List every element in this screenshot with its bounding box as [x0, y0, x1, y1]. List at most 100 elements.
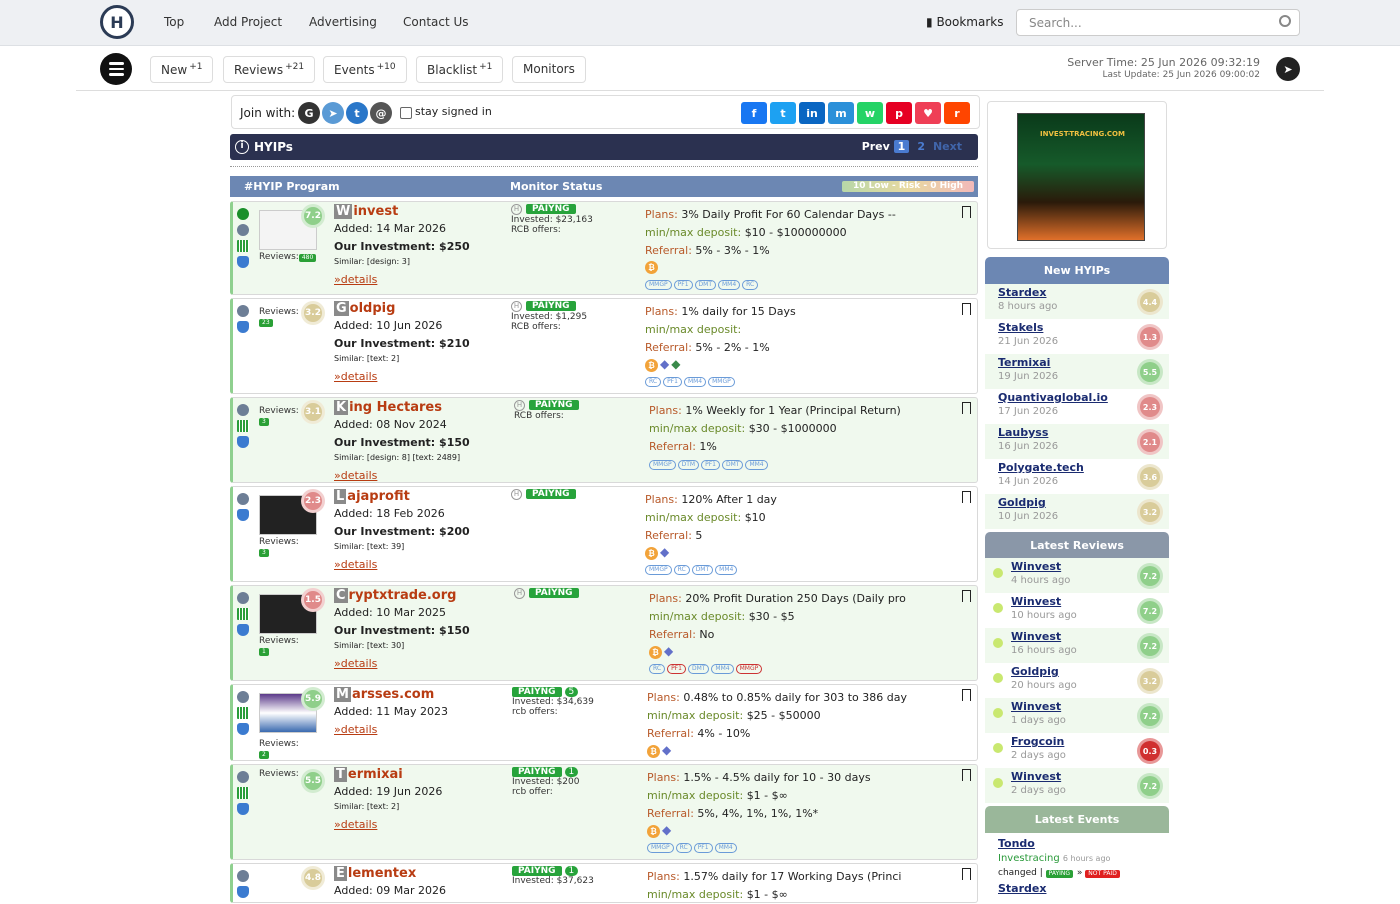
mastodon-share-icon[interactable]: m	[828, 102, 854, 124]
pill-events[interactable]: Events +10	[323, 56, 407, 83]
search-icon[interactable]	[1279, 15, 1291, 27]
item-name[interactable]: Stakels	[998, 321, 1043, 334]
forum-tag[interactable]: MMGP	[645, 565, 672, 575]
hyip-name[interactable]: Goldpig	[334, 301, 395, 316]
bookmark-icon[interactable]	[962, 769, 971, 781]
reviews-count[interactable]: Reviews: 3	[259, 406, 299, 426]
forum-tag[interactable]: DMT	[721, 460, 744, 470]
nav-contact-us[interactable]: Contact Us	[403, 15, 469, 29]
reviews-count[interactable]: Reviews:	[259, 769, 299, 779]
forum-tag[interactable]: MM4	[715, 565, 738, 575]
prev-link[interactable]: Prev	[862, 140, 890, 153]
review-item[interactable]: Winvest 2 days ago 7.2	[985, 768, 1169, 803]
details-link[interactable]: »details	[334, 370, 377, 383]
review-item[interactable]: Winvest 10 hours ago 7.2	[985, 593, 1169, 628]
forum-tag[interactable]: MM4	[683, 377, 707, 387]
forum-tag[interactable]: MMGP	[647, 843, 674, 853]
nav-top[interactable]: Top	[164, 15, 184, 29]
page-1[interactable]: 1	[893, 140, 910, 153]
item-name[interactable]: Stardex	[998, 286, 1046, 299]
event-name[interactable]: Tondo	[998, 836, 1121, 851]
pill-monitors[interactable]: Monitors	[512, 56, 586, 83]
hyip-name[interactable]: Marsses.com	[334, 687, 434, 702]
twitter-share-icon[interactable]: t	[770, 102, 796, 124]
review-item[interactable]: Winvest 16 hours ago 7.2	[985, 628, 1169, 663]
pill-reviews[interactable]: Reviews +21	[223, 56, 316, 83]
new-hyip-item[interactable]: Goldpig 10 Jun 2026 3.2	[985, 494, 1169, 529]
forum-tag[interactable]: RC	[673, 565, 690, 575]
item-name[interactable]: Laubyss	[998, 426, 1048, 439]
review-item[interactable]: Winvest 4 hours ago 7.2	[985, 558, 1169, 593]
reddit-share-icon[interactable]: r	[944, 102, 970, 124]
site-logo[interactable]: H	[100, 5, 134, 39]
review-item[interactable]: Winvest 1 days ago 7.2	[985, 698, 1169, 733]
forum-tag[interactable]: RC	[645, 377, 662, 387]
forum-tag[interactable]: PF1	[663, 377, 682, 387]
linkedin-share-icon[interactable]: in	[799, 102, 825, 124]
reviews-count[interactable]: Reviews: 1	[259, 636, 299, 656]
twitter-login-icon[interactable]: t	[346, 102, 368, 124]
forum-tag[interactable]: PF1	[693, 843, 713, 853]
new-hyip-item[interactable]: Stardex 8 hours ago 4.4	[985, 284, 1169, 319]
bookmark-icon[interactable]	[962, 402, 971, 414]
details-link[interactable]: »details	[334, 723, 377, 736]
facebook-share-icon[interactable]: f	[741, 102, 767, 124]
pinterest-share-icon[interactable]: p	[886, 102, 912, 124]
new-hyip-item[interactable]: Quantivaglobal.io 17 Jun 2026 2.3	[985, 389, 1169, 424]
hyip-name[interactable]: Cryptxtrade.org	[334, 588, 456, 603]
item-name[interactable]: Goldpig	[998, 496, 1046, 509]
telegram-login-icon[interactable]: ➤	[322, 102, 344, 124]
google-icon[interactable]: G	[298, 102, 320, 124]
next-link[interactable]: Next	[933, 140, 962, 153]
search-input[interactable]: Search...	[1016, 9, 1300, 36]
bookmark-icon[interactable]	[962, 590, 971, 602]
bookmark-icon[interactable]	[962, 303, 971, 315]
forum-tag[interactable]: PF1	[667, 664, 686, 674]
forum-tag[interactable]: PF1	[673, 280, 693, 290]
forum-tag[interactable]: DMT	[687, 664, 710, 674]
hyip-name[interactable]: Elementex	[334, 866, 416, 881]
reviews-count[interactable]: Reviews: 3	[259, 537, 299, 557]
hyip-name[interactable]: Lajaprofit	[334, 489, 410, 504]
item-name[interactable]: Polygate.tech	[998, 461, 1084, 474]
pill-blacklist[interactable]: Blacklist +1	[416, 56, 504, 83]
bookmark-icon[interactable]	[962, 491, 971, 503]
new-hyip-item[interactable]: Polygate.tech 14 Jun 2026 3.6	[985, 459, 1169, 494]
bookmark-icon[interactable]	[962, 206, 971, 218]
item-name[interactable]: Winvest	[1011, 595, 1061, 608]
page-2[interactable]: 2	[917, 140, 925, 153]
new-hyip-item[interactable]: Termixai 19 Jun 2026 5.5	[985, 354, 1169, 389]
forum-tag[interactable]: MM4	[714, 843, 737, 853]
item-name[interactable]: Termixai	[998, 356, 1050, 369]
forum-tag[interactable]: RC	[675, 843, 692, 853]
details-link[interactable]: »details	[334, 657, 377, 670]
forum-tag[interactable]: RC	[649, 664, 666, 674]
item-name[interactable]: Quantivaglobal.io	[998, 391, 1108, 404]
forum-tag[interactable]: MMGP	[735, 664, 763, 674]
whatsapp-share-icon[interactable]: w	[857, 102, 883, 124]
pill-new[interactable]: New +1	[150, 56, 214, 83]
review-item[interactable]: Frogcoin 2 days ago 0.3	[985, 733, 1169, 768]
banner-ad[interactable]: INVEST-TRACING.COM	[987, 101, 1167, 249]
forum-tag[interactable]: MMGP	[645, 280, 672, 290]
details-link[interactable]: »details	[334, 469, 377, 482]
nav-add-project[interactable]: Add Project	[214, 15, 282, 29]
item-name[interactable]: Goldpig	[1011, 665, 1059, 678]
forum-tag[interactable]: PF1	[701, 460, 720, 470]
review-item[interactable]: Goldpig 20 hours ago 3.2	[985, 663, 1169, 698]
menu-icon[interactable]	[100, 53, 132, 85]
new-hyip-item[interactable]: Laubyss 16 Jun 2026 2.1	[985, 424, 1169, 459]
pocket-share-icon[interactable]: ♥	[915, 102, 941, 124]
details-link[interactable]: »details	[334, 273, 377, 286]
bookmark-icon[interactable]	[962, 689, 971, 701]
forum-tag[interactable]: MMGP	[649, 460, 676, 470]
event-item[interactable]: Tondo Investracing 6 hours ago changed | P…	[998, 836, 1121, 896]
item-name[interactable]: Winvest	[1011, 770, 1061, 783]
details-link[interactable]: »details	[334, 558, 377, 571]
item-name[interactable]: Winvest	[1011, 630, 1061, 643]
email-login-icon[interactable]: @	[370, 102, 392, 124]
reviews-count[interactable]: Reviews: 480	[259, 252, 317, 262]
event-name[interactable]: Stardex	[998, 881, 1121, 896]
item-name[interactable]: Winvest	[1011, 560, 1061, 573]
hyip-name[interactable]: Winvest	[334, 204, 398, 219]
